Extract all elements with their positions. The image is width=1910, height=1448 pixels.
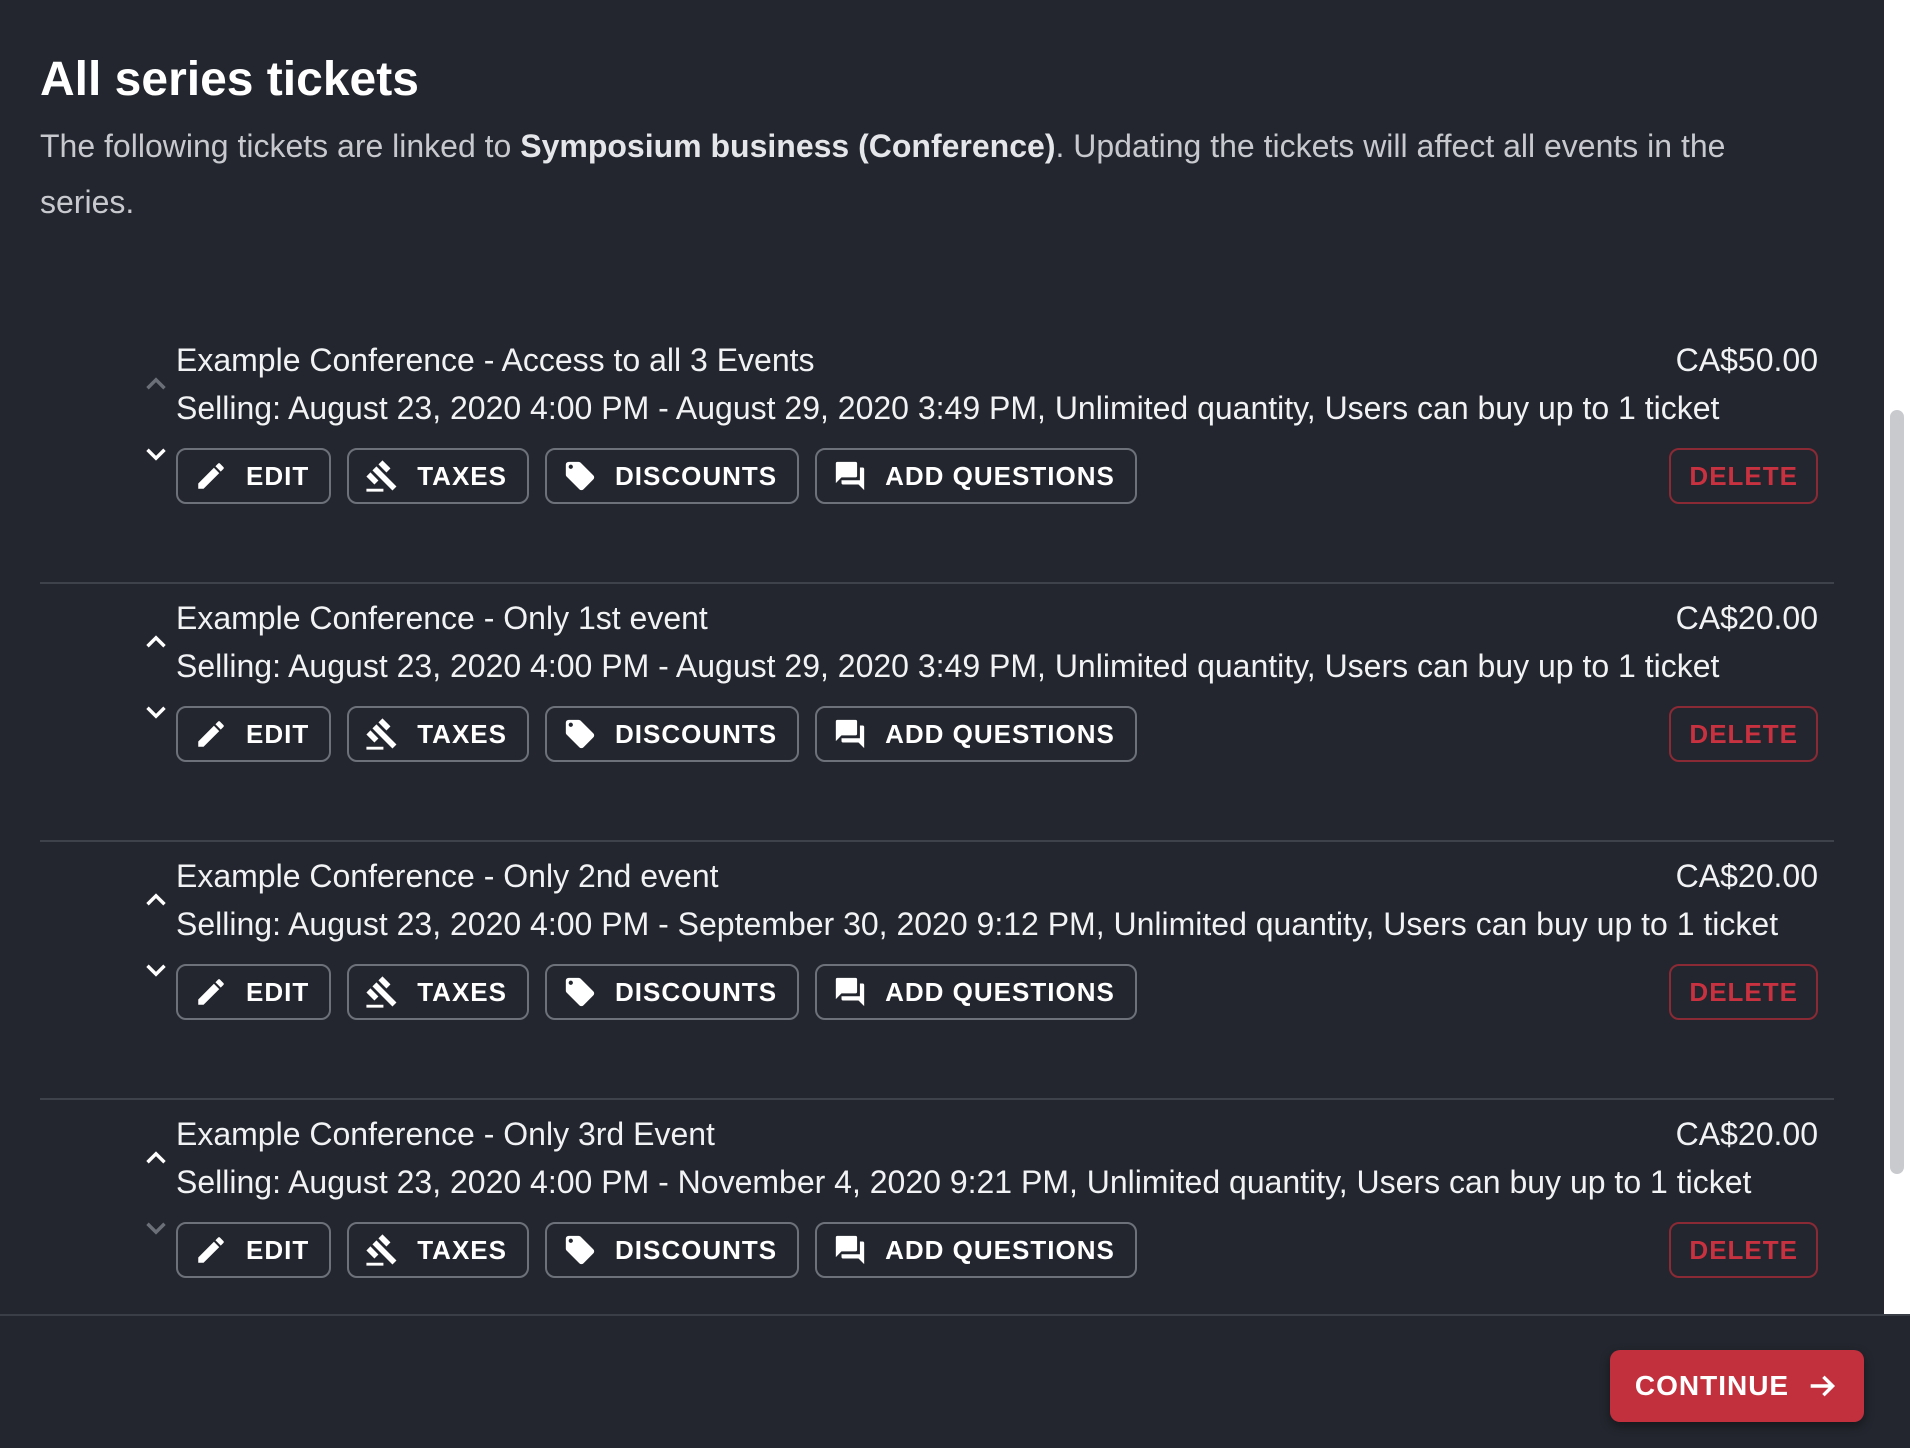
add-questions-button[interactable]: ADD QUESTIONS [815, 964, 1137, 1020]
forum-icon [835, 977, 865, 1007]
ticket-actions: EDIT TAXES DISCOUNTS ADD QUESTIONS [176, 706, 1137, 762]
edit-button[interactable]: EDIT [176, 964, 332, 1020]
chevron-down-icon [146, 964, 166, 977]
delete-button-label: DELETE [1689, 976, 1798, 1007]
tag-icon [565, 977, 595, 1007]
delete-button[interactable]: DELETE [1669, 706, 1818, 762]
taxes-button[interactable]: TAXES [347, 448, 529, 504]
ticket-price: CA$20.00 [1675, 600, 1818, 636]
gavel-icon [366, 460, 397, 492]
edit-button-label: EDIT [246, 460, 310, 491]
pencil-icon [198, 979, 224, 1005]
edit-button-label: EDIT [246, 1234, 310, 1265]
discounts-button[interactable]: DISCOUNTS [545, 1222, 800, 1278]
chevron-down-icon [146, 1222, 166, 1235]
taxes-button-label: TAXES [417, 976, 507, 1007]
ticket-actions: EDIT TAXES DISCOUNTS ADD QUESTIONS [176, 964, 1137, 1020]
delete-button-label: DELETE [1689, 718, 1798, 749]
page-title: All series tickets [40, 53, 419, 106]
ticket-selling-info: Selling: August 23, 2020 4:00 PM - Augus… [176, 648, 1720, 684]
gavel-icon [366, 718, 397, 750]
add-questions-button[interactable]: ADD QUESTIONS [815, 448, 1137, 504]
chevron-up-icon [146, 893, 166, 906]
scrollbar[interactable] [1884, 0, 1910, 1314]
add-questions-button-label: ADD QUESTIONS [885, 460, 1115, 491]
continue-button[interactable]: CONTINUE [1610, 1350, 1864, 1422]
taxes-button-label: TAXES [417, 460, 507, 491]
gavel-icon [366, 976, 397, 1008]
ticket-name: Example Conference - Only 1st event [176, 600, 708, 636]
taxes-button[interactable]: TAXES [347, 706, 529, 762]
tag-icon [565, 1235, 595, 1265]
taxes-button[interactable]: TAXES [347, 1222, 529, 1278]
arrow-right-icon [1810, 1375, 1836, 1397]
ticket-actions: EDIT TAXES DISCOUNTS ADD QUESTIONS [176, 448, 1137, 504]
add-questions-button[interactable]: ADD QUESTIONS [815, 1222, 1137, 1278]
discounts-button-label: DISCOUNTS [615, 976, 778, 1007]
discounts-button-label: DISCOUNTS [615, 718, 778, 749]
intro-text: The following tickets are linked to Symp… [40, 118, 1800, 230]
chevron-up-icon [146, 635, 166, 648]
taxes-button[interactable]: TAXES [347, 964, 529, 1020]
tag-icon [565, 461, 595, 491]
continue-button-label: CONTINUE [1634, 1370, 1790, 1401]
ticket-row: Example Conference - Only 2nd event CA$2… [40, 840, 1834, 1100]
pencil-icon [198, 1237, 224, 1263]
ticket-name: Example Conference - Only 3rd Event [176, 1116, 715, 1152]
chevron-down-icon [146, 706, 166, 719]
ticket-row: Example Conference - Only 1st event CA$2… [40, 582, 1834, 842]
ticket-selling-info: Selling: August 23, 2020 4:00 PM - Augus… [176, 390, 1720, 426]
footer-bar: CONTINUE [0, 1314, 1910, 1448]
add-questions-button-label: ADD QUESTIONS [885, 1234, 1115, 1265]
tag-icon [565, 719, 595, 749]
pencil-icon [198, 463, 224, 489]
add-questions-button-label: ADD QUESTIONS [885, 976, 1115, 1007]
taxes-button-label: TAXES [417, 718, 507, 749]
discounts-button[interactable]: DISCOUNTS [545, 964, 800, 1020]
edit-button[interactable]: EDIT [176, 448, 332, 504]
discounts-button-label: DISCOUNTS [615, 1234, 778, 1265]
ticket-price: CA$20.00 [1675, 858, 1818, 894]
chevron-up-icon [146, 377, 166, 390]
ticket-row: Example Conference - Access to all 3 Eve… [40, 324, 1834, 584]
edit-button-label: EDIT [246, 718, 310, 749]
gavel-icon [366, 1234, 397, 1266]
chevron-down-icon [146, 448, 166, 461]
delete-button[interactable]: DELETE [1669, 1222, 1818, 1278]
scrollbar-thumb[interactable] [1890, 410, 1904, 1174]
delete-button-label: DELETE [1689, 460, 1798, 491]
discounts-button[interactable]: DISCOUNTS [545, 448, 800, 504]
edit-button[interactable]: EDIT [176, 706, 332, 762]
forum-icon [835, 1235, 865, 1265]
ticket-row: Example Conference - Only 3rd Event CA$2… [40, 1098, 1834, 1314]
pencil-icon [198, 721, 224, 747]
ticket-price: CA$20.00 [1675, 1116, 1818, 1152]
ticket-actions: EDIT TAXES DISCOUNTS ADD QUESTIONS [176, 1222, 1137, 1278]
ticket-selling-info: Selling: August 23, 2020 4:00 PM - Septe… [176, 906, 1779, 942]
chevron-up-icon [146, 1151, 166, 1164]
delete-button-label: DELETE [1689, 1234, 1798, 1265]
ticket-selling-info: Selling: August 23, 2020 4:00 PM - Novem… [176, 1164, 1752, 1200]
forum-icon [835, 461, 865, 491]
add-questions-button-label: ADD QUESTIONS [885, 718, 1115, 749]
add-questions-button[interactable]: ADD QUESTIONS [815, 706, 1137, 762]
delete-button[interactable]: DELETE [1669, 448, 1818, 504]
ticket-name: Example Conference - Access to all 3 Eve… [176, 342, 815, 378]
tickets-panel: All series tickets The following tickets… [0, 0, 1884, 1314]
ticket-price: CA$50.00 [1675, 342, 1818, 378]
taxes-button-label: TAXES [417, 1234, 507, 1265]
forum-icon [835, 719, 865, 749]
edit-button[interactable]: EDIT [176, 1222, 332, 1278]
edit-button-label: EDIT [246, 976, 310, 1007]
ticket-name: Example Conference - Only 2nd event [176, 858, 719, 894]
delete-button[interactable]: DELETE [1669, 964, 1818, 1020]
intro-text-start: The following tickets are linked to [40, 128, 521, 164]
series-name: Symposium business (Conference) [520, 128, 1056, 164]
discounts-button[interactable]: DISCOUNTS [545, 706, 800, 762]
discounts-button-label: DISCOUNTS [615, 460, 778, 491]
